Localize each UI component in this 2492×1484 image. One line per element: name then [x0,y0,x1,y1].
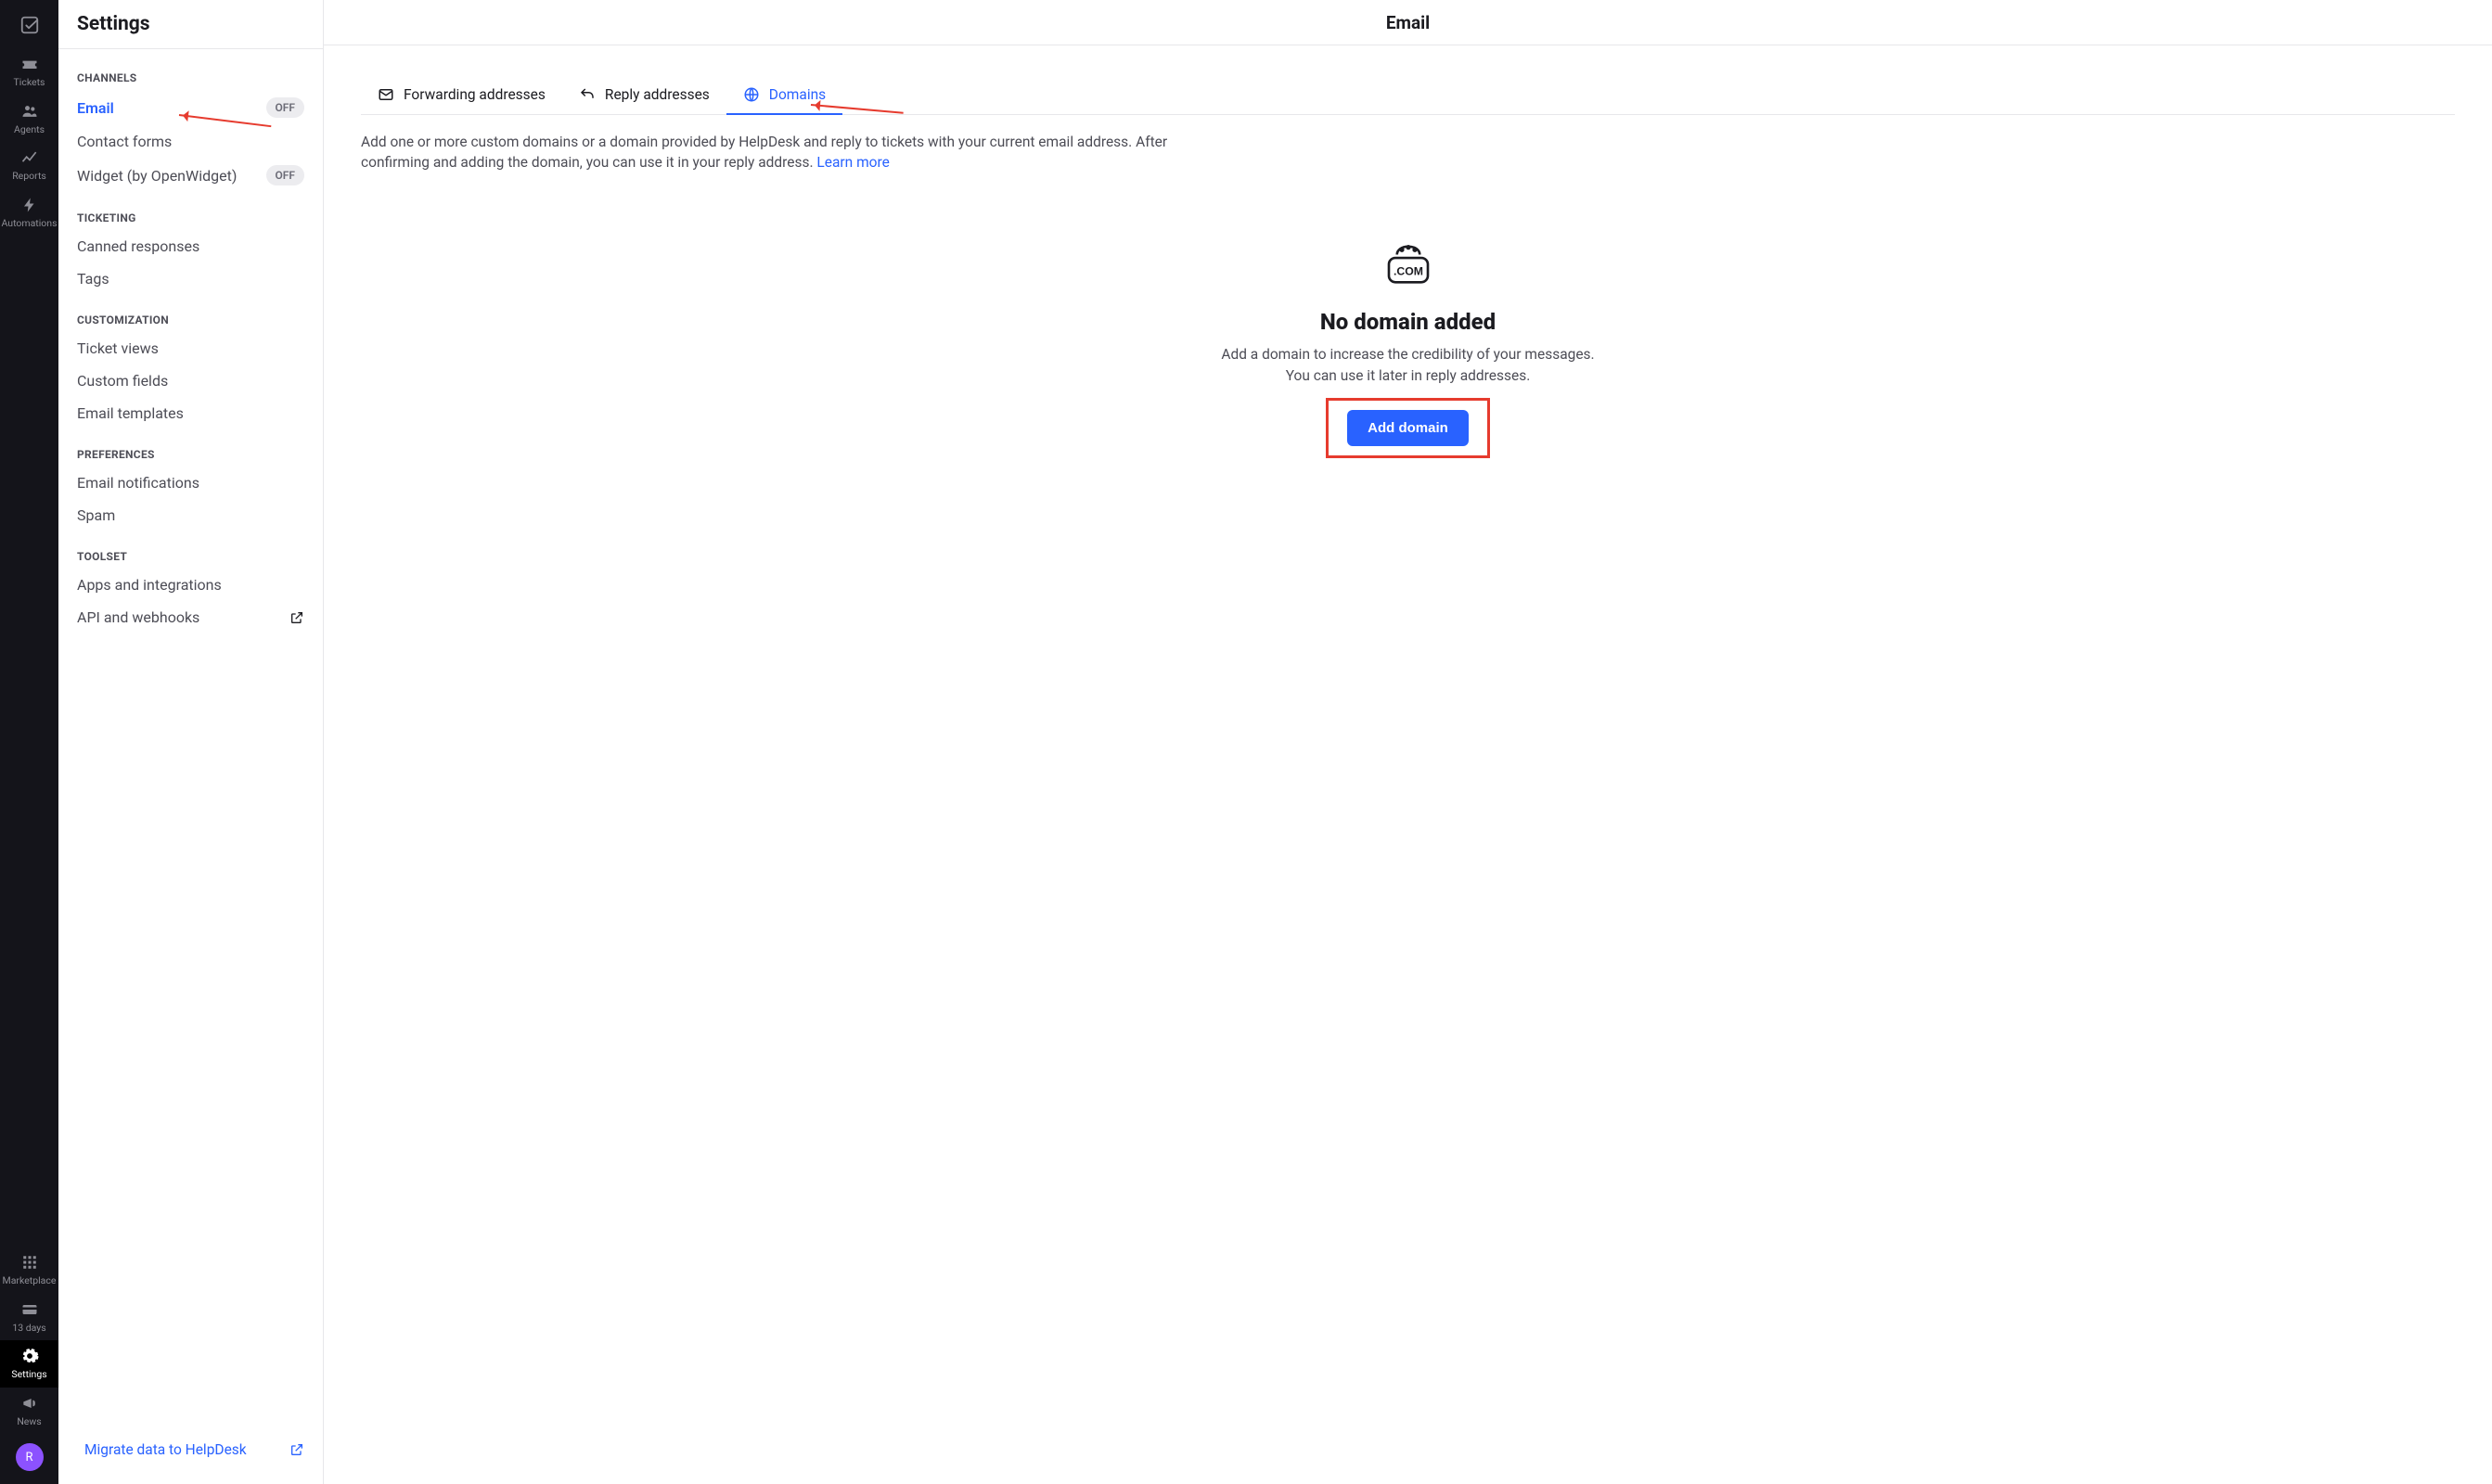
sidebar-item-ticket-views[interactable]: Ticket views [58,332,323,365]
domains-description: Add one or more custom domains or a doma… [361,132,1233,173]
section-title-ticketing: TICKETING [58,193,323,230]
nav-trial[interactable]: 13 days [0,1294,58,1341]
chart-line-icon [19,147,40,168]
card-icon [19,1299,40,1320]
nav-agents[interactable]: Agents [0,96,58,143]
tab-reply[interactable]: Reply addresses [562,77,726,114]
nav-tickets[interactable]: Tickets [0,48,58,96]
tab-forwarding[interactable]: Forwarding addresses [361,77,562,114]
section-title-preferences: PREFERENCES [58,429,323,467]
empty-line1: Add a domain to increase the credibility… [1221,344,1594,365]
dotcom-icon: .COM [1382,238,1434,290]
main-body: Forwarding addresses Reply addresses Dom… [324,45,2492,1484]
empty-heading: No domain added [1320,309,1496,335]
tab-label: Forwarding addresses [404,86,546,103]
gear-icon [19,1346,40,1366]
nav-settings[interactable]: Settings [0,1340,58,1388]
annotation-highlight-add-domain: Add domain [1326,398,1490,458]
nav-label: Marketplace [3,1276,57,1286]
learn-more-link[interactable]: Learn more [816,154,889,171]
sidebar-item-label: Widget (by OpenWidget) [77,167,237,185]
tab-domains[interactable]: Domains [726,77,842,114]
avatar-letter: R [25,1451,32,1465]
user-avatar[interactable]: R [16,1443,44,1471]
empty-line2: You can use it later in reply addresses. [1286,365,1531,387]
sidebar-item-spam[interactable]: Spam [58,499,323,531]
globe-icon [743,86,760,103]
app-logo[interactable] [0,6,58,48]
nav-label: News [17,1417,41,1427]
agents-icon [19,101,40,122]
svg-text:.COM: .COM [1394,264,1423,277]
sidebar-item-apps[interactable]: Apps and integrations [58,569,323,601]
megaphone-icon [19,1393,40,1414]
sidebar-item-label: Email [77,99,114,117]
sidebar-item-label: Email notifications [77,474,199,492]
bolt-icon [19,195,40,215]
nav-label: Tickets [14,78,45,88]
sidebar-footer: Migrate data to HelpDesk [58,1426,323,1484]
page-title: Email [324,0,2492,45]
status-badge: OFF [266,97,304,118]
sidebar-item-contact-forms[interactable]: Contact forms [58,125,323,158]
sidebar-item-api[interactable]: API and webhooks [58,601,323,633]
sidebar-body: CHANNELS Email OFF Contact forms Widget … [58,49,323,1426]
sidebar-item-label: Email templates [77,404,184,422]
sidebar-item-canned[interactable]: Canned responses [58,230,323,262]
tab-label: Reply addresses [605,86,710,103]
external-icon [289,1442,304,1457]
sidebar-item-label: Contact forms [77,133,172,150]
sidebar-item-widget[interactable]: Widget (by OpenWidget) OFF [58,158,323,193]
sidebar-item-label: Spam [77,506,115,524]
sidebar-item-label: API and webhooks [77,608,199,626]
description-text: Add one or more custom domains or a doma… [361,134,1167,171]
sidebar-title: Settings [58,0,323,49]
nav-label: Automations [1,219,57,229]
nav-label: Agents [14,125,45,135]
section-title-customization: CUSTOMIZATION [58,295,323,332]
status-badge: OFF [266,165,304,186]
app-root: Tickets Agents Reports Automations [0,0,2492,1484]
nav-automations[interactable]: Automations [0,189,58,237]
nav-reports[interactable]: Reports [0,142,58,189]
sidebar-item-label: Tags [77,270,109,288]
reply-icon [579,86,596,103]
add-domain-button[interactable]: Add domain [1347,410,1469,446]
nav-label: 13 days [12,1324,45,1334]
checkbox-logo-icon [19,15,40,35]
sidebar-item-label: Canned responses [77,237,199,255]
sidebar-item-custom-fields[interactable]: Custom fields [58,365,323,397]
migrate-link[interactable]: Migrate data to HelpDesk [58,1432,323,1467]
section-title-toolset: TOOLSET [58,531,323,569]
sidebar-item-label: Ticket views [77,339,159,357]
external-icon [289,610,304,625]
settings-sidebar: Settings CHANNELS Email OFF Contact form… [58,0,324,1484]
migrate-link-label: Migrate data to HelpDesk [84,1441,247,1458]
mail-icon [378,86,394,103]
sidebar-item-label: Apps and integrations [77,576,222,594]
sidebar-item-email[interactable]: Email OFF [58,90,323,125]
section-title-channels: CHANNELS [58,58,323,90]
nav-marketplace[interactable]: Marketplace [0,1247,58,1294]
ticket-icon [19,54,40,74]
nav-label: Settings [11,1370,46,1380]
tabs: Forwarding addresses Reply addresses Dom… [361,77,2455,115]
nav-news[interactable]: News [0,1388,58,1435]
main: Email Forwarding addresses Reply address… [324,0,2492,1484]
sidebar-item-label: Custom fields [77,372,168,390]
sidebar-item-email-notifications[interactable]: Email notifications [58,467,323,499]
nav-label: Reports [12,172,46,182]
empty-state: .COM No domain added Add a domain to inc… [361,238,2455,459]
grid-icon [19,1252,40,1273]
nav-rail: Tickets Agents Reports Automations [0,0,58,1484]
sidebar-item-email-templates[interactable]: Email templates [58,397,323,429]
sidebar-item-tags[interactable]: Tags [58,262,323,295]
